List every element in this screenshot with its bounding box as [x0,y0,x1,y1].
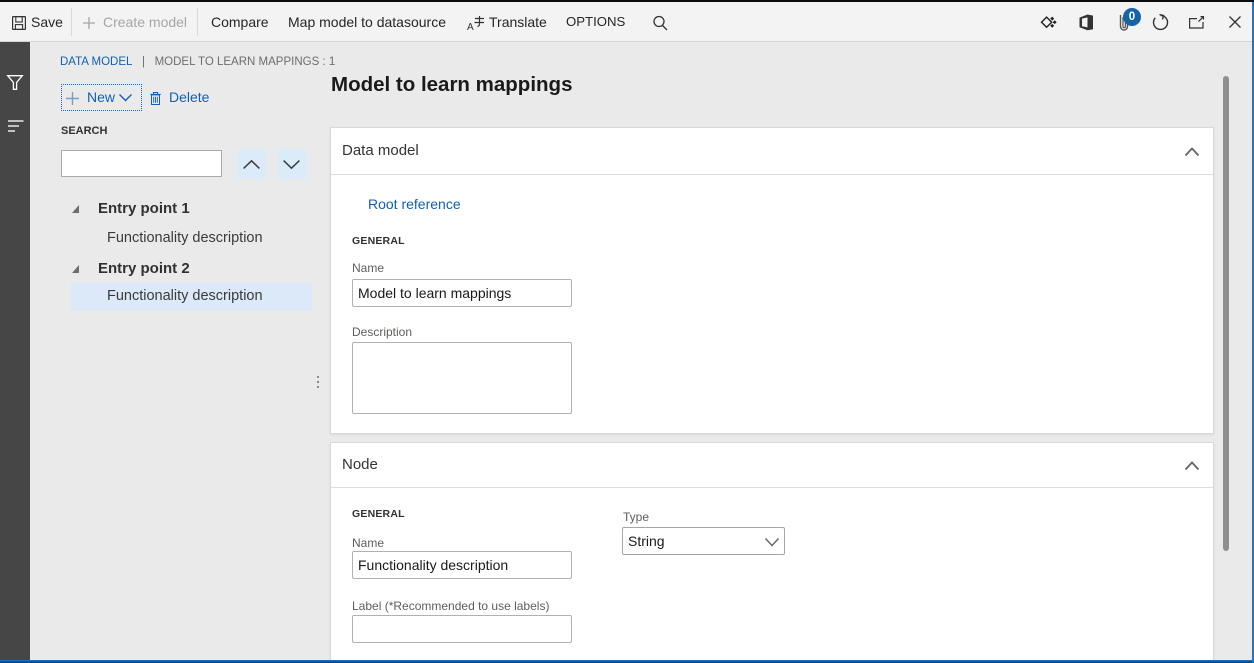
svg-text:A: A [467,22,474,33]
